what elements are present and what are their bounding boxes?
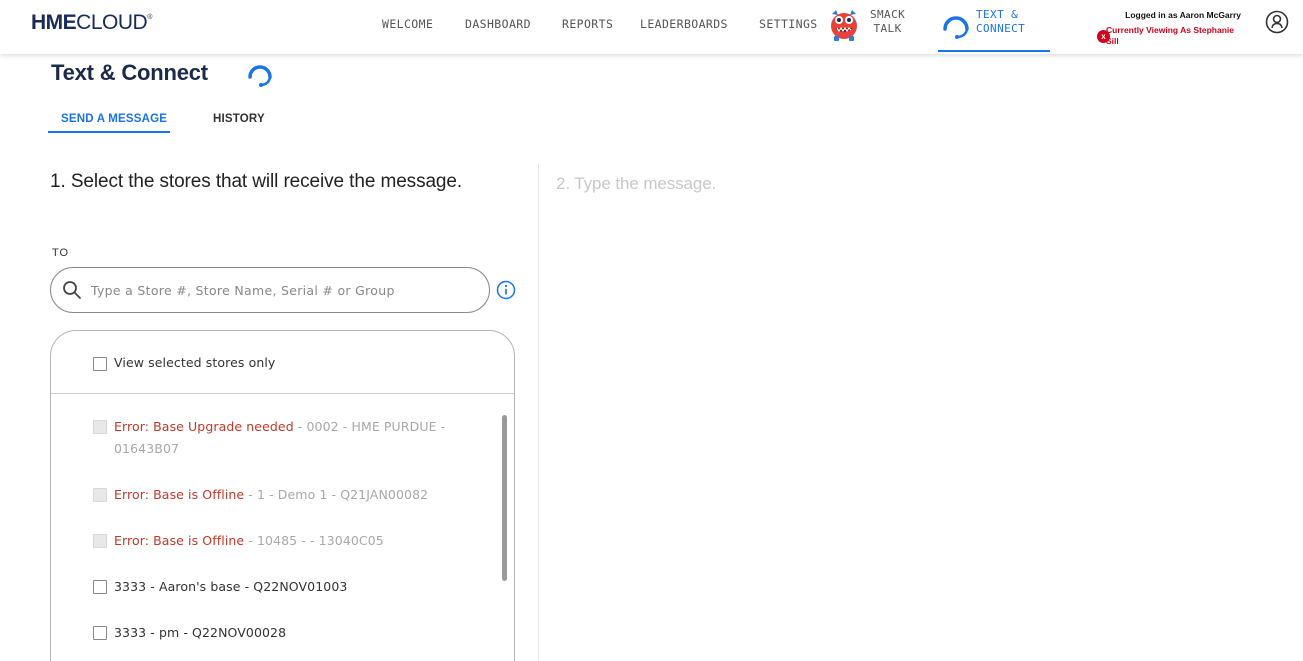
store-list-panel: View selected stores only Error: Base Up… [50,330,515,661]
store-label[interactable]: 3333 - Aaron's base - Q22NOV01003 [114,576,464,598]
nav-settings[interactable]: SETTINGS [759,17,818,31]
store-list-scrollbar[interactable] [502,415,507,581]
step1-heading: 1. Select the stores that will receive t… [50,171,463,192]
nav-tc-line2: CONNECT [976,22,1026,35]
store-list-header: View selected stores only [51,331,514,394]
column-divider [538,164,539,661]
user-account-icon[interactable] [1265,10,1289,34]
info-icon[interactable] [496,280,516,300]
viewing-as-text: Currently Viewing As Stephanie Sill [1106,25,1235,46]
to-label: TO [52,247,70,259]
store-error: Error: Base is Offline [114,487,245,502]
headset-icon [943,16,969,39]
nav-dashboard[interactable]: DASHBOARD [465,17,531,31]
nav-reports[interactable]: REPORTS [562,17,613,31]
login-info: Logged in as Aaron McGarry Currently Vie… [1095,10,1245,50]
store-label[interactable]: 3333 - pm - Q22NOV00028 [114,622,464,644]
store-checkbox[interactable] [93,626,107,640]
store-detail: - 10485 - - 13040C05 [244,533,384,548]
search-icon [63,281,81,299]
step2-heading: 2. Type the message. [556,174,717,193]
page-title: Text & Connect [51,60,208,85]
exit-view-as-button[interactable]: x [1097,30,1110,43]
hme-cloud-logo[interactable]: HMECLOUD® [31,11,152,35]
active-nav-underline [938,50,1050,52]
logged-in-as: Logged in as Aaron McGarry [1125,10,1241,20]
store-search-input[interactable] [91,279,481,301]
logo-registered-mark: ® [147,14,152,21]
smack-talk-monster-icon[interactable] [828,8,860,42]
logo-hme: HME [31,11,77,34]
nav-welcome[interactable]: WELCOME [382,17,433,31]
store-list-item: Error: Base Upgrade needed - 0002 - HME … [93,416,463,460]
nav-smack-line2: TALK [873,22,902,35]
store-label: Error: Base is Offline - 10485 - - 13040… [114,530,464,552]
nav-leaderboards[interactable]: LEADERBOARDS [640,17,728,31]
logo-cloud: CLOUD [76,11,148,34]
store-checkbox-disabled [93,534,107,548]
nav-smack-talk[interactable]: SMACK TALK [870,8,905,36]
store-checkbox-disabled [93,420,107,434]
store-error: Error: Base Upgrade needed [114,419,294,434]
store-error: Error: Base is Offline [114,533,245,548]
nav-tc-line1: TEXT & [976,8,1019,21]
tab-history[interactable]: HISTORY [213,113,265,125]
top-navigation-bar: HMECLOUD® WELCOME DASHBOARD REPORTS LEAD… [0,0,1303,54]
store-detail: - 1 - Demo 1 - Q21JAN00082 [244,487,429,502]
view-selected-checkbox[interactable] [93,357,107,371]
nav-text-connect[interactable]: TEXT & CONNECT [937,0,1050,54]
headset-icon [248,65,272,87]
store-checkbox-disabled [93,488,107,502]
view-selected-label[interactable]: View selected stores only [114,355,275,370]
tab-send-a-message[interactable]: SEND A MESSAGE [61,113,167,125]
active-tab-underline [48,131,170,133]
store-checkbox[interactable] [93,580,107,594]
nav-smack-line1: SMACK [870,8,906,21]
store-label: Error: Base Upgrade needed - 0002 - HME … [114,416,464,460]
store-label: Error: Base is Offline - 1 - Demo 1 - Q2… [114,484,464,506]
store-search-box[interactable] [50,267,490,313]
nav-text-connect-label: TEXT & CONNECT [976,8,1025,36]
